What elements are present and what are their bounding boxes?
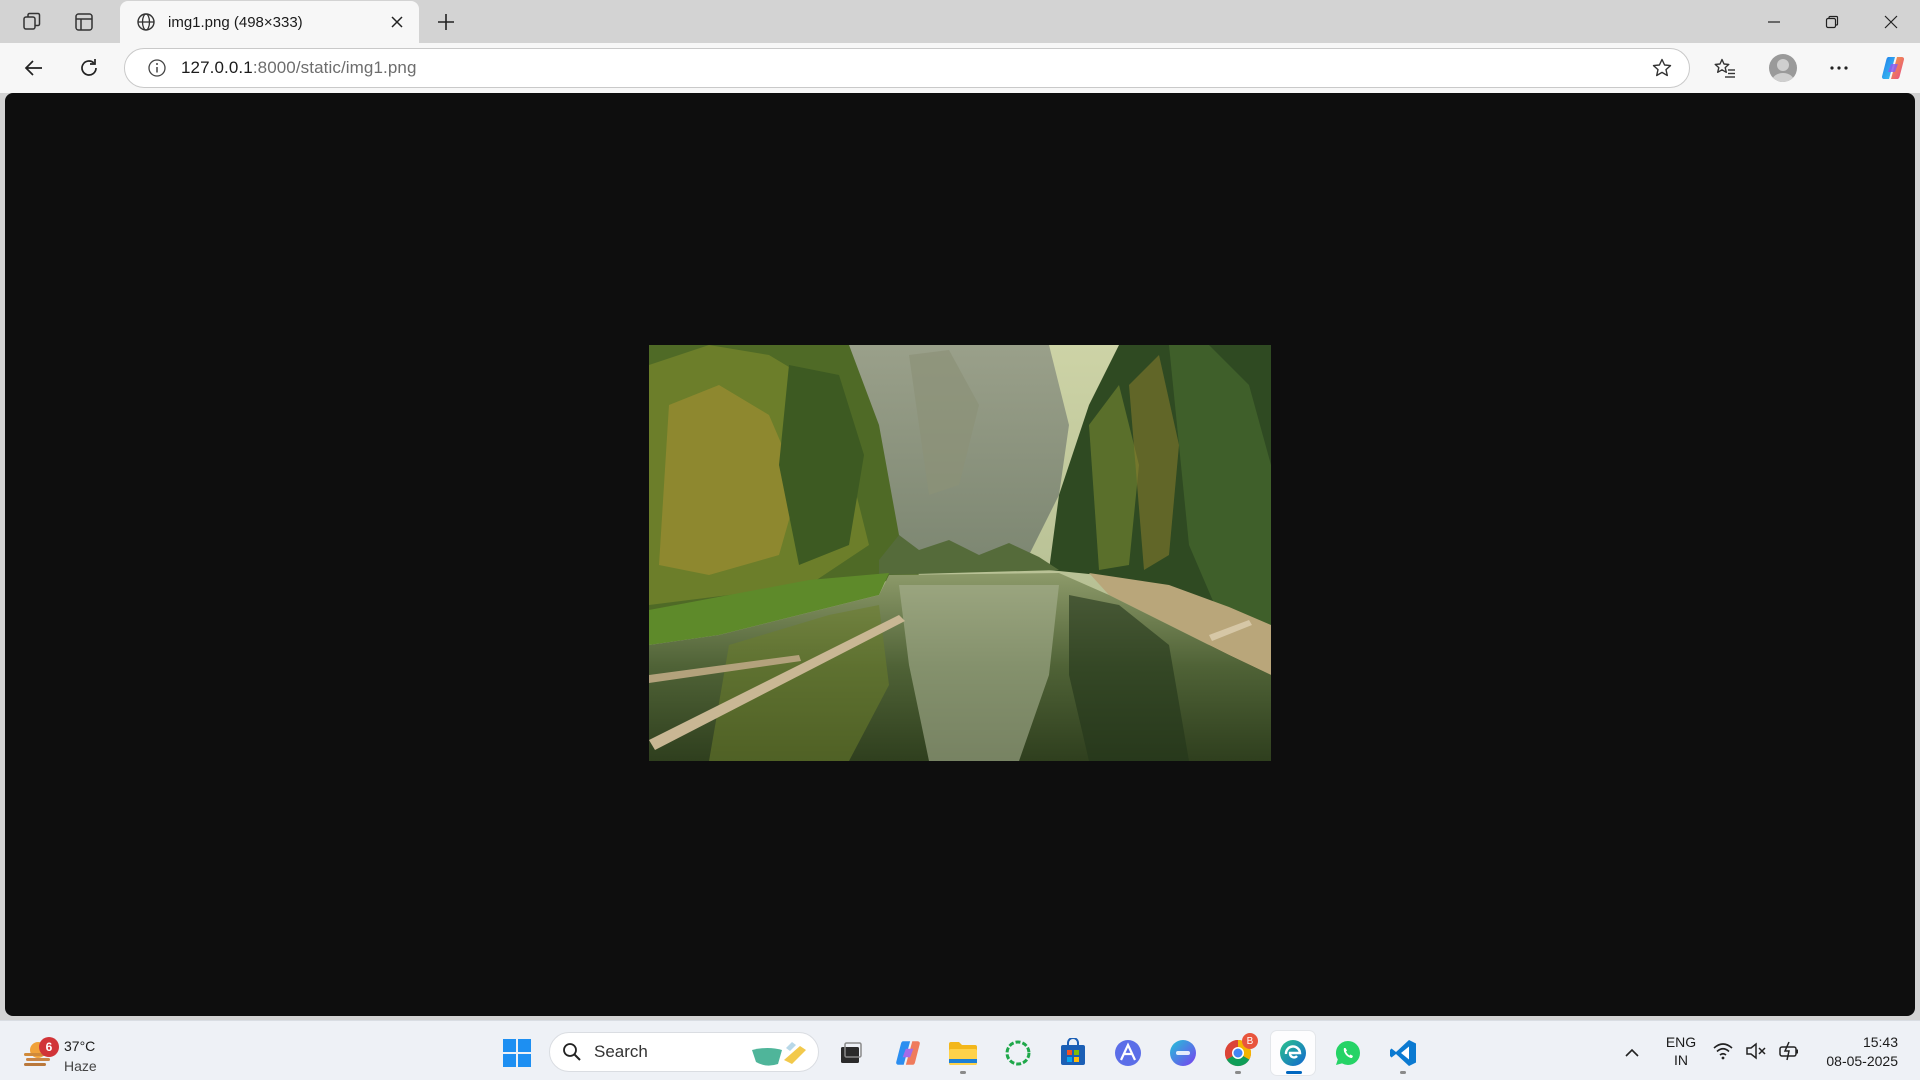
landscape-photo bbox=[649, 345, 1271, 761]
refresh-ring-icon bbox=[1005, 1040, 1031, 1066]
taskbar-search[interactable]: Search bbox=[549, 1032, 819, 1072]
url-text: 127.0.0.1:8000/static/img1.png bbox=[181, 58, 417, 78]
browser-toolbar: 127.0.0.1:8000/static/img1.png bbox=[0, 43, 1920, 93]
settings-more-button[interactable] bbox=[1821, 50, 1857, 86]
plus-icon bbox=[438, 14, 454, 30]
tab-actions-icon bbox=[75, 13, 93, 31]
taskbar-file-explorer[interactable] bbox=[941, 1031, 985, 1075]
volume-muted-icon bbox=[1746, 1042, 1766, 1060]
app-a-icon bbox=[1115, 1040, 1141, 1066]
running-indicator bbox=[1400, 1071, 1406, 1074]
avatar bbox=[1769, 54, 1797, 82]
info-icon bbox=[148, 59, 166, 77]
url-path: :8000/static/img1.png bbox=[252, 58, 417, 77]
more-dots-icon bbox=[1830, 66, 1848, 70]
language-region: IN bbox=[1674, 1052, 1688, 1068]
address-bar[interactable]: 127.0.0.1:8000/static/img1.png bbox=[124, 48, 1690, 88]
url-host: 127.0.0.1 bbox=[181, 58, 253, 77]
copilot-icon bbox=[1881, 56, 1905, 80]
refresh-button[interactable] bbox=[71, 50, 107, 86]
wifi-icon bbox=[1713, 1043, 1733, 1060]
globe-icon bbox=[137, 13, 155, 31]
site-info-button[interactable] bbox=[137, 48, 177, 88]
copilot-icon bbox=[896, 1041, 920, 1065]
language-indicator[interactable]: ENG IN bbox=[1660, 1033, 1702, 1069]
running-indicator bbox=[1235, 1071, 1241, 1074]
favorites-icon bbox=[1714, 58, 1735, 78]
task-view-icon bbox=[841, 1042, 862, 1063]
taskbar-chrome[interactable]: B bbox=[1216, 1031, 1260, 1075]
tab-title: img1.png (498×333) bbox=[168, 13, 303, 31]
back-button[interactable] bbox=[16, 50, 52, 86]
running-indicator bbox=[960, 1071, 966, 1074]
page-viewport bbox=[5, 93, 1915, 1016]
copilot-button[interactable] bbox=[1875, 50, 1911, 86]
clock-time: 15:43 bbox=[1862, 1034, 1898, 1050]
battery-charging-icon bbox=[1779, 1041, 1798, 1061]
search-placeholder: Search bbox=[594, 1042, 648, 1061]
close-icon bbox=[391, 16, 403, 28]
profile-button[interactable] bbox=[1765, 50, 1801, 86]
start-button[interactable] bbox=[495, 1031, 539, 1075]
clock-date: 08-05-2025 bbox=[1826, 1053, 1898, 1069]
favorites-button[interactable] bbox=[1707, 50, 1743, 86]
weather-widget[interactable]: 6 37°C Haze bbox=[20, 1029, 130, 1074]
close-icon bbox=[1884, 15, 1898, 28]
taskbar-app-a[interactable] bbox=[1106, 1031, 1150, 1075]
weather-temp: 37°C bbox=[64, 1038, 96, 1054]
windows-logo-icon bbox=[503, 1039, 531, 1067]
taskbar-vscode[interactable] bbox=[1381, 1031, 1425, 1075]
workspaces-icon bbox=[23, 12, 41, 30]
folder-icon bbox=[949, 1042, 977, 1065]
chevron-up-icon bbox=[1625, 1048, 1639, 1057]
tab-img1[interactable]: img1.png (498×333) bbox=[120, 1, 419, 43]
restore-icon bbox=[1825, 15, 1839, 28]
minimize-icon bbox=[1768, 20, 1780, 23]
new-tab-button[interactable] bbox=[428, 7, 464, 37]
edge-icon bbox=[1280, 1040, 1306, 1066]
store-icon bbox=[1061, 1038, 1085, 1065]
star-icon bbox=[1652, 58, 1672, 77]
search-highlight-icon bbox=[752, 1042, 806, 1066]
taskbar-whatsapp[interactable] bbox=[1326, 1031, 1370, 1075]
taskbar-app-ring[interactable] bbox=[996, 1031, 1040, 1075]
active-indicator bbox=[1286, 1071, 1302, 1074]
taskbar-copilot[interactable] bbox=[886, 1031, 930, 1075]
language-code: ENG bbox=[1665, 1034, 1697, 1050]
favorite-star-button[interactable] bbox=[1645, 51, 1679, 85]
tab-strip: img1.png (498×333) bbox=[0, 0, 1920, 43]
chrome-profile-badge: B bbox=[1242, 1033, 1258, 1049]
taskbar-task-view[interactable] bbox=[829, 1031, 873, 1075]
minimize-button[interactable] bbox=[1745, 0, 1803, 43]
restore-button[interactable] bbox=[1803, 0, 1861, 43]
taskbar-store[interactable] bbox=[1051, 1031, 1095, 1075]
vertical-tabs-button[interactable] bbox=[66, 7, 102, 37]
displayed-image[interactable] bbox=[649, 345, 1271, 761]
search-icon bbox=[563, 1043, 581, 1061]
taskbar-canva[interactable] bbox=[1161, 1031, 1205, 1075]
tray-overflow-button[interactable] bbox=[1618, 1039, 1646, 1067]
whatsapp-icon bbox=[1335, 1040, 1360, 1065]
workspaces-button[interactable] bbox=[14, 7, 50, 37]
tab-close-button[interactable] bbox=[385, 10, 409, 34]
refresh-icon bbox=[81, 59, 97, 76]
weather-badge: 6 bbox=[39, 1037, 59, 1057]
close-window-button[interactable] bbox=[1862, 0, 1920, 43]
system-clock[interactable]: 15:43 08-05-2025 bbox=[1808, 1033, 1898, 1071]
weather-desc: Haze bbox=[64, 1058, 97, 1074]
canva-icon bbox=[1170, 1040, 1196, 1066]
taskbar: 6 37°C Haze Search B ENG IN 15:43 08-05-… bbox=[0, 1020, 1920, 1080]
taskbar-edge[interactable] bbox=[1271, 1031, 1315, 1075]
system-tray[interactable] bbox=[1712, 1036, 1802, 1066]
vscode-icon bbox=[1390, 1040, 1416, 1066]
arrow-left-icon bbox=[24, 60, 42, 76]
